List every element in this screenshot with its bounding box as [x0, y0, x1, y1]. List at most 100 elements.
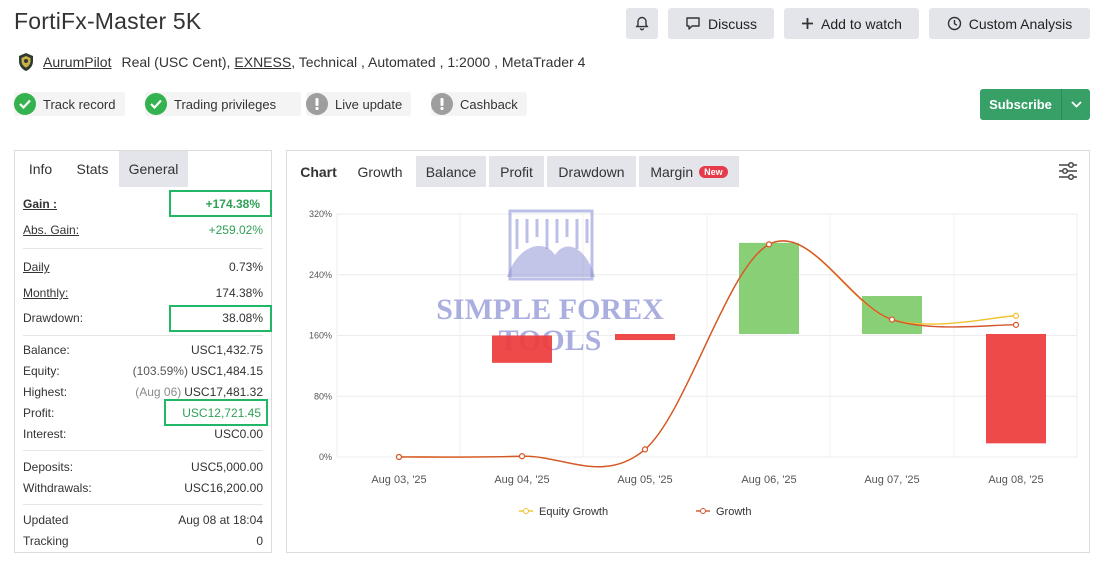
tab-drawdown[interactable]: Drawdown: [547, 156, 636, 187]
updated-label: Updated: [23, 513, 69, 527]
legend-item: Equity Growth: [519, 506, 608, 518]
y-tick-label: 160%: [309, 331, 332, 341]
custom-analysis-button[interactable]: Custom Analysis: [929, 8, 1090, 39]
balance-label: Balance:: [23, 343, 70, 357]
chart-settings-icon[interactable]: [1057, 160, 1079, 182]
track-record-badge[interactable]: Track record: [14, 92, 125, 116]
monthly-row: Monthly: 174.38%: [23, 282, 263, 304]
balance-value: USC1,432.75: [190, 343, 263, 357]
x-tick-label: Aug 07, '25: [864, 474, 919, 486]
cashback-badge[interactable]: Cashback: [431, 92, 527, 116]
broker-link[interactable]: EXNESS: [234, 54, 291, 70]
change-bar: [862, 296, 922, 334]
tab-general[interactable]: General: [119, 151, 188, 187]
author-link[interactable]: AurumPilot: [43, 54, 111, 70]
notification-button[interactable]: [626, 8, 658, 39]
plus-icon: [801, 17, 814, 30]
comment-icon: [685, 16, 701, 31]
account-type: Real (USC Cent),: [121, 54, 231, 70]
interest-value: USC0.00: [214, 427, 263, 441]
gain-label[interactable]: Gain :: [23, 197, 57, 211]
check-icon: [145, 93, 167, 115]
data-point: [518, 453, 526, 460]
profit-highlight: [164, 399, 268, 426]
tab-info[interactable]: Info: [15, 151, 66, 187]
tab-balance[interactable]: Balance: [416, 156, 486, 187]
legend-marker: [523, 508, 529, 514]
tracking-row: Tracking 0: [23, 530, 263, 552]
equity-value: USC1,484.15: [190, 364, 263, 378]
change-bar: [492, 335, 552, 363]
data-point: [641, 446, 649, 453]
y-tick-label: 240%: [309, 270, 332, 280]
tab-profit[interactable]: Profit: [489, 156, 544, 187]
updated-row: Updated Aug 08 at 18:04: [23, 509, 263, 531]
abs-gain-value: +259.02%: [208, 223, 263, 237]
abs-gain-row: Abs. Gain: +259.02%: [23, 219, 263, 241]
tab-stats[interactable]: Stats: [66, 151, 119, 187]
x-tick-label: Aug 03, '25: [371, 474, 426, 486]
equity-pct: (103.59%): [132, 364, 188, 378]
watermark-line1: SIMPLE FOREX: [436, 293, 664, 326]
equity-row: Equity: (103.59%) USC1,484.15: [23, 360, 263, 382]
highest-value: USC17,481.32: [184, 385, 263, 399]
abs-gain-label[interactable]: Abs. Gain:: [23, 223, 79, 237]
subscribe-button[interactable]: Subscribe: [980, 89, 1090, 120]
withdrawals-label: Withdrawals:: [23, 481, 92, 495]
exclamation-icon: [431, 93, 453, 115]
live-update-label: Live update: [335, 96, 403, 112]
deposits-label: Deposits:: [23, 460, 74, 474]
withdrawals-value: USC16,200.00: [184, 481, 263, 495]
deposits-row: Deposits: USC5,000.00: [23, 456, 263, 478]
track-record-label: Track record: [43, 96, 116, 112]
data-point: [765, 241, 773, 248]
monthly-label[interactable]: Monthly:: [23, 286, 68, 300]
growth-chart: 0%80%160%240%320%SIMPLE FOREXTOOLSAug 03…: [309, 209, 1078, 518]
avatar[interactable]: [16, 52, 36, 72]
data-point: [888, 316, 896, 323]
tab-chart[interactable]: Chart: [293, 156, 344, 187]
add-to-watch-label: Add to watch: [821, 15, 902, 32]
system-meta: AurumPilot Real (USC Cent), EXNESS , Tec…: [16, 50, 585, 74]
change-bar: [986, 333, 1046, 444]
stats-tabs: Info Stats General: [15, 151, 271, 187]
gain-highlight: [169, 190, 272, 217]
bell-icon: [635, 16, 649, 31]
profit-label: Profit:: [23, 406, 55, 420]
trading-privileges-badge[interactable]: Trading privileges: [145, 92, 301, 116]
add-to-watch-button[interactable]: Add to watch: [784, 8, 919, 39]
chevron-down-icon[interactable]: [1061, 89, 1090, 120]
discuss-label: Discuss: [707, 15, 757, 32]
cashback-label: Cashback: [460, 96, 518, 112]
chart-tabs: Chart Growth Balance Profit Drawdown Mar…: [293, 156, 739, 187]
daily-label[interactable]: Daily: [23, 260, 50, 274]
drawdown-label: Drawdown:: [23, 311, 84, 325]
x-tick-label: Aug 06, '25: [741, 474, 796, 486]
exclamation-icon: [306, 93, 328, 115]
y-tick-label: 320%: [309, 209, 332, 219]
tab-margin[interactable]: Margin New: [639, 156, 739, 187]
new-badge: New: [699, 165, 728, 178]
y-tick-label: 80%: [314, 391, 332, 401]
tracking-value: 0: [256, 534, 263, 548]
tab-growth[interactable]: Growth: [347, 156, 413, 187]
deposits-value: USC5,000.00: [190, 460, 263, 474]
discuss-button[interactable]: Discuss: [668, 8, 774, 39]
highest-label: Highest:: [23, 385, 68, 399]
balance-row: Balance: USC1,432.75: [23, 339, 263, 361]
interest-row: Interest: USC0.00: [23, 423, 263, 445]
drawdown-highlight: [169, 305, 272, 332]
legend-label: Growth: [716, 506, 751, 518]
x-tick-label: Aug 05, '25: [617, 474, 672, 486]
divider: [23, 504, 263, 505]
subscribe-label: Subscribe: [989, 97, 1052, 112]
data-point: [1012, 312, 1020, 319]
check-icon: [14, 93, 36, 115]
x-tick-label: Aug 08, '25: [988, 474, 1043, 486]
equity-label: Equity:: [23, 364, 60, 378]
updated-value: Aug 08 at 18:04: [178, 513, 263, 527]
live-update-badge[interactable]: Live update: [306, 92, 411, 116]
page-title: FortiFx-Master 5K: [14, 8, 202, 34]
daily-row: Daily 0.73%: [23, 256, 263, 278]
divider: [23, 248, 263, 249]
